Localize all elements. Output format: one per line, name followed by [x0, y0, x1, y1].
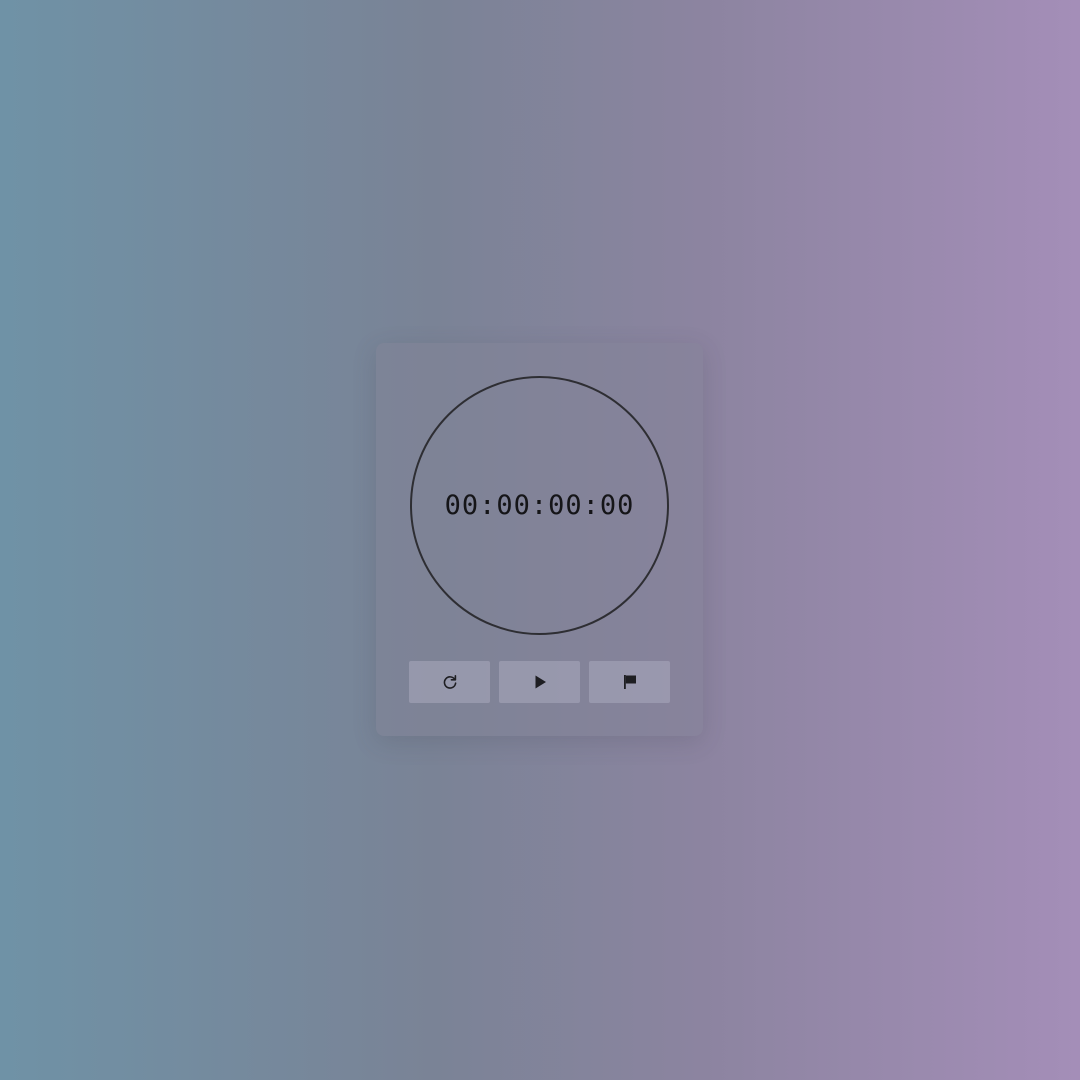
reset-button[interactable]: [409, 661, 490, 703]
play-button[interactable]: [499, 661, 580, 703]
stopwatch-dial: 00:00:00:00: [410, 376, 669, 635]
control-bar: [409, 661, 670, 703]
flag-icon: [622, 674, 638, 690]
refresh-icon: [442, 674, 458, 690]
play-icon: [532, 674, 548, 690]
time-display: 00:00:00:00: [444, 490, 635, 521]
lap-button[interactable]: [589, 661, 670, 703]
stopwatch-card: 00:00:00:00: [376, 343, 703, 736]
